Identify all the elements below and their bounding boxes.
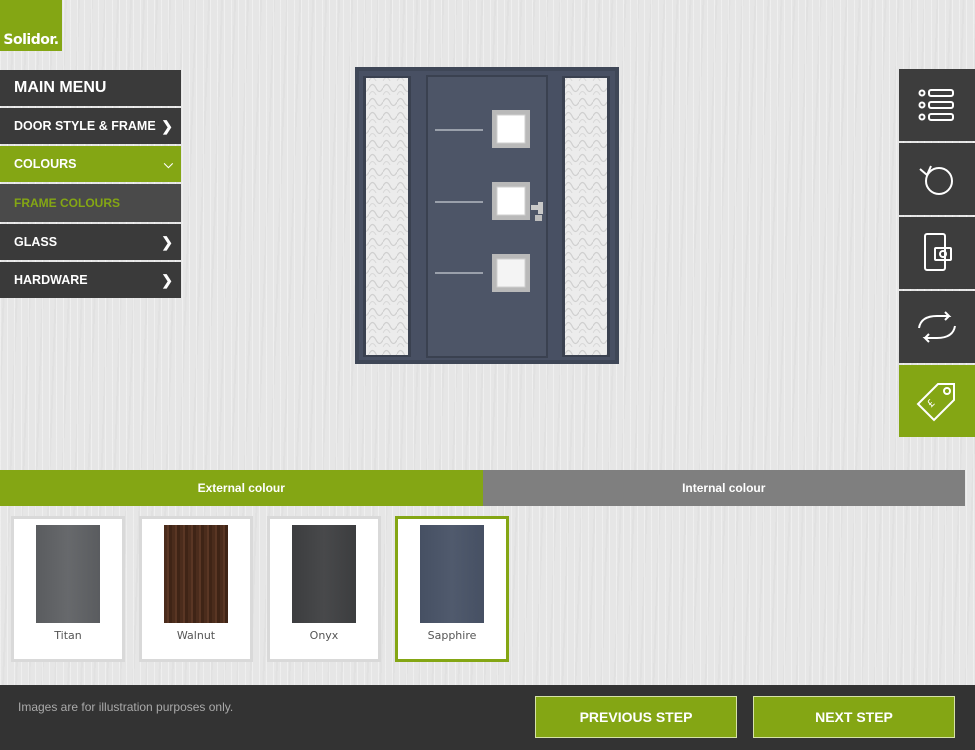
menu-item-glass[interactable]: GLASS ❯ (0, 224, 181, 260)
swatch-walnut[interactable]: Walnut (139, 516, 253, 662)
svg-text:£: £ (925, 398, 937, 410)
swap-icon (918, 311, 956, 343)
swatch-label: Titan (54, 629, 82, 642)
view-on-device-button[interactable] (899, 217, 975, 289)
swatch-chip (36, 525, 100, 623)
swatch-chip (420, 525, 484, 623)
chevron-down-icon: ⌵ (163, 156, 173, 171)
swatch-chip (164, 525, 228, 623)
menu-item-door-style-frame[interactable]: DOOR STYLE & FRAME ❯ (0, 108, 181, 144)
swatch-onyx[interactable]: Onyx (267, 516, 381, 662)
menu-item-label: DOOR STYLE & FRAME (14, 119, 156, 133)
tab-external-colour[interactable]: External colour (0, 470, 483, 506)
colour-swatches: Titan Walnut Onyx Sapphire (11, 516, 523, 662)
swatch-label: Sapphire (427, 629, 477, 642)
menu-item-frame-colours[interactable]: FRAME COLOURS (0, 184, 181, 222)
disclaimer-text: Images are for illustration purposes onl… (18, 700, 234, 714)
list-icon (918, 89, 954, 121)
menu-item-hardware[interactable]: HARDWARE ❯ (0, 262, 181, 298)
menu-item-label: GLASS (14, 235, 58, 249)
menu-item-colours[interactable]: COLOURS ⌵ (0, 146, 181, 182)
swatch-label: Walnut (176, 629, 216, 642)
rotate-icon (919, 165, 953, 195)
logo-text: Solidor. (3, 32, 59, 48)
main-menu: MAIN MENU DOOR STYLE & FRAME ❯ COLOURS ⌵… (0, 70, 181, 300)
menu-title: MAIN MENU (0, 70, 181, 106)
phone-camera-icon (924, 233, 952, 271)
next-step-button[interactable]: NEXT STEP (753, 696, 955, 738)
previous-step-button[interactable]: PREVIOUS STEP (535, 696, 737, 738)
right-toolbar: £ (899, 69, 975, 439)
reset-button[interactable] (899, 143, 975, 215)
chevron-right-icon: ❯ (161, 271, 173, 288)
door-window-2 (492, 182, 530, 220)
solidor-logo[interactable]: Solidor. (0, 0, 62, 51)
swatch-sapphire[interactable]: Sapphire (395, 516, 509, 662)
swatch-chip (292, 525, 356, 623)
door-window-3 (492, 254, 530, 292)
door-preview (355, 67, 619, 364)
get-price-button[interactable]: £ (899, 365, 975, 437)
flip-view-button[interactable] (899, 291, 975, 363)
menu-item-label: COLOURS (14, 157, 77, 171)
door-window-1 (492, 110, 530, 148)
menu-item-label: HARDWARE (14, 273, 88, 287)
swatch-label: Onyx (309, 629, 339, 642)
swatch-titan[interactable]: Titan (11, 516, 125, 662)
chevron-right-icon: ❯ (161, 117, 173, 134)
price-tag-icon: £ (916, 383, 955, 422)
chevron-right-icon: ❯ (161, 233, 173, 250)
summary-button[interactable] (899, 69, 975, 141)
colour-tabs: External colour Internal colour (0, 470, 965, 506)
tab-internal-colour[interactable]: Internal colour (482, 470, 965, 506)
footer-bar: Images are for illustration purposes onl… (0, 685, 975, 750)
menu-item-label: FRAME COLOURS (14, 196, 120, 210)
